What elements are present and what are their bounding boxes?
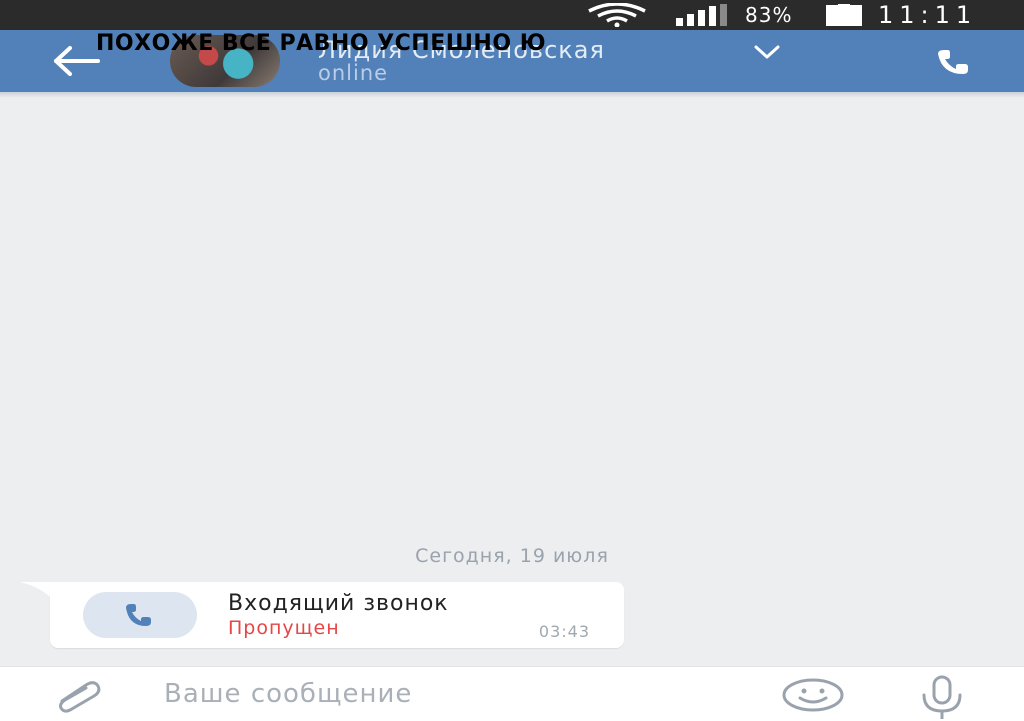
message-input[interactable] — [160, 673, 758, 715]
clock: 11:11 — [878, 1, 978, 29]
phone-icon — [126, 604, 151, 626]
date-divider: Сегодня, 19 июля — [415, 545, 609, 567]
contact-status: online — [318, 61, 389, 85]
signal-icon — [676, 4, 727, 26]
call-title: Входящий звонок — [228, 591, 449, 616]
header-shadow — [0, 92, 1024, 98]
missed-call-message[interactable]: Входящий звонок Пропущен 03:43 — [50, 582, 624, 648]
battery-percentage: 83% — [745, 3, 793, 27]
paperclip-icon[interactable] — [48, 677, 110, 713]
status-bar: 83% 11:11 — [0, 0, 1024, 30]
call-status: Пропущен — [228, 617, 340, 639]
wifi-icon — [588, 3, 646, 27]
overlay-caption: ПОХОЖЕ ВСЕ РАВНО УСПЕШНО Ю — [96, 31, 547, 56]
phone-icon[interactable] — [928, 42, 988, 80]
microphone-icon[interactable] — [914, 675, 970, 719]
message-composer — [0, 666, 1024, 721]
smile-icon[interactable] — [780, 677, 846, 713]
battery-icon — [826, 4, 862, 26]
chevron-down-icon[interactable] — [752, 42, 782, 62]
message-time: 03:43 — [538, 622, 590, 641]
call-icon-circle — [83, 592, 197, 638]
